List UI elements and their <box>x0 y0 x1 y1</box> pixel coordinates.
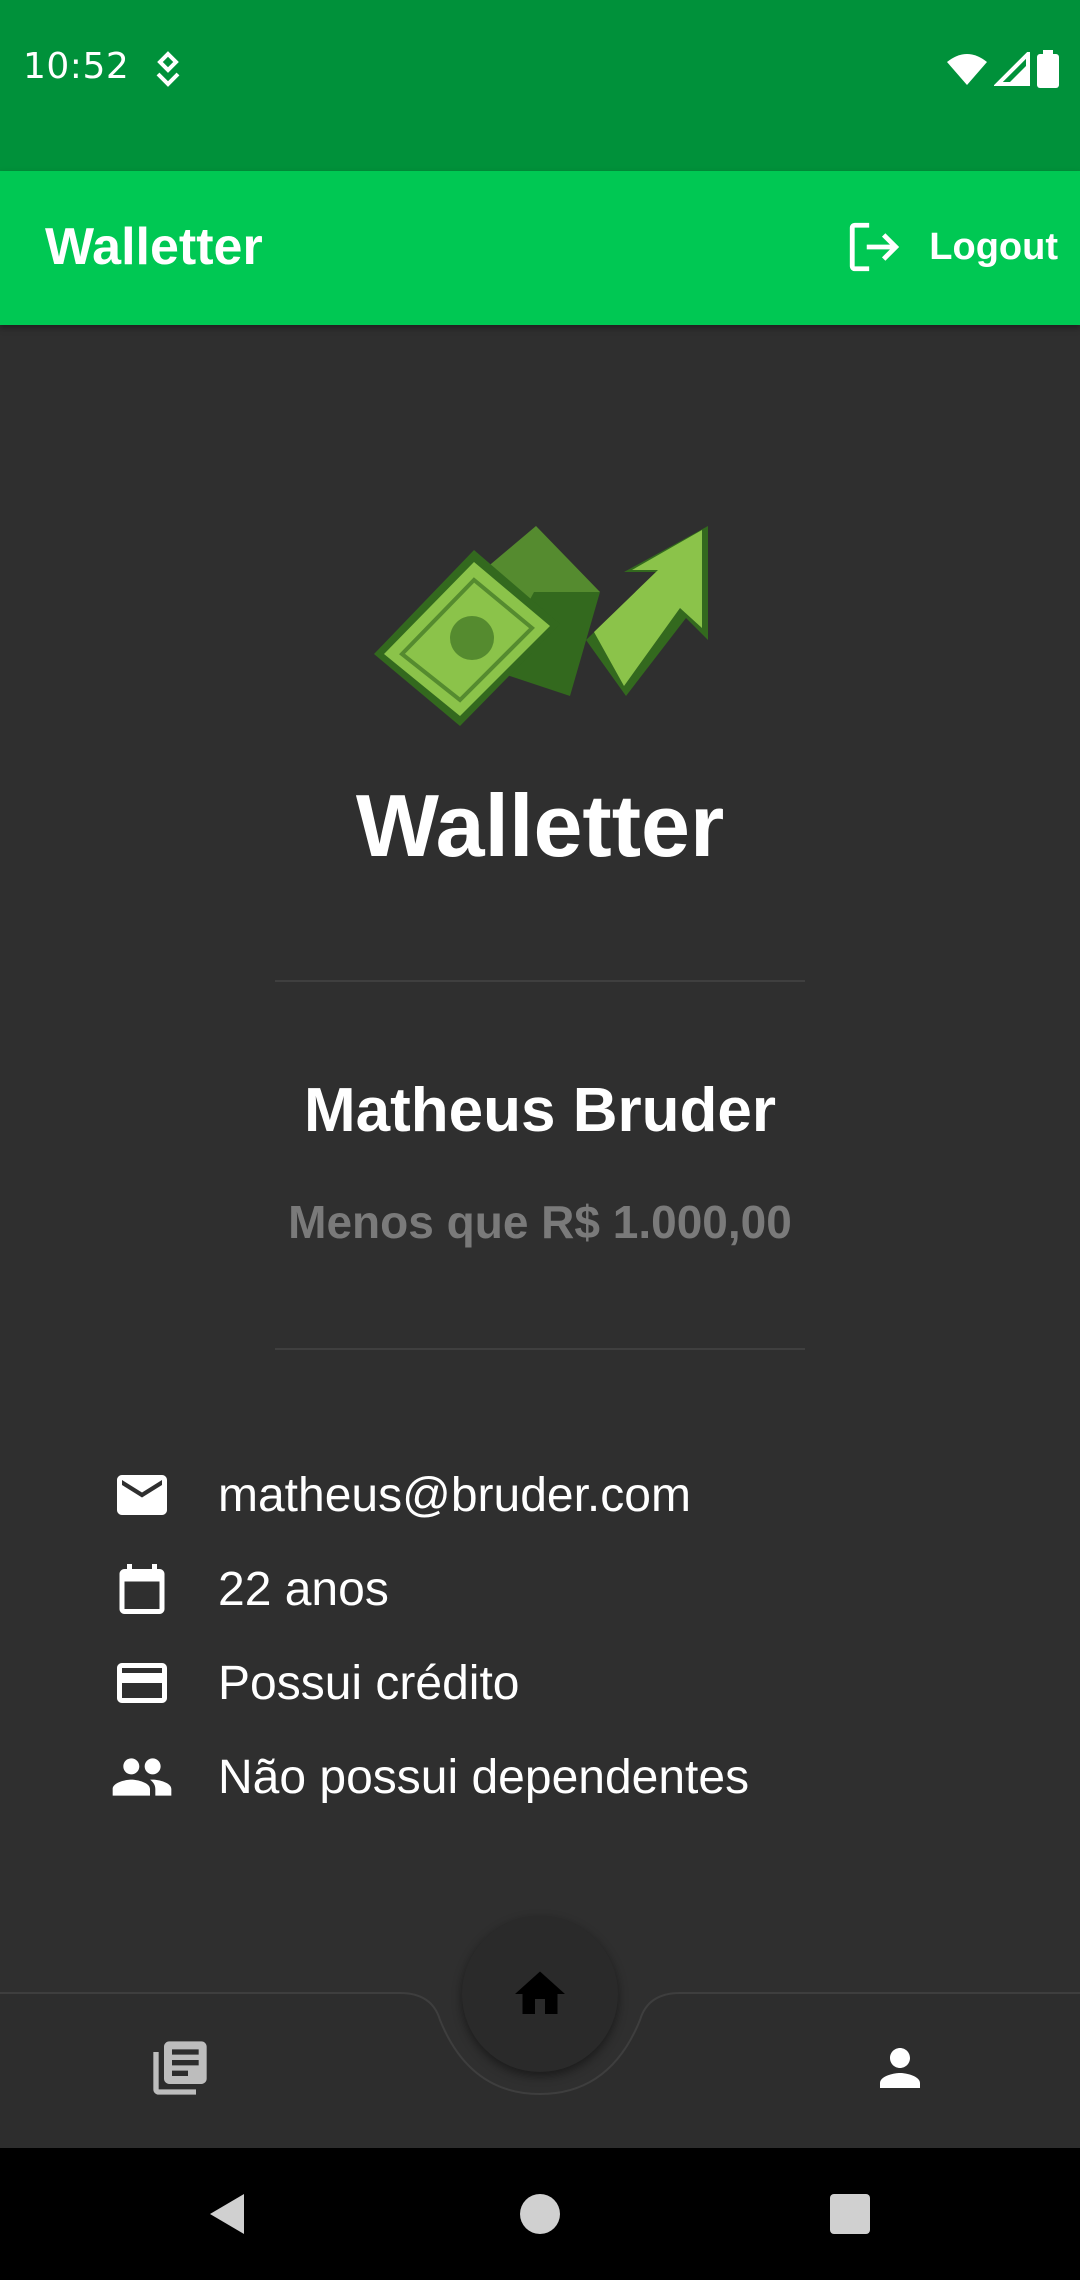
money-growth-logo <box>374 526 708 726</box>
logout-label: Logout <box>929 225 1058 268</box>
back-button[interactable] <box>196 2184 256 2244</box>
credit-card-icon <box>110 1651 174 1715</box>
email-text: matheus@bruder.com <box>218 1468 691 1522</box>
app-title: Walletter <box>45 218 263 276</box>
nav-profile-button[interactable] <box>868 2036 932 2100</box>
back-icon <box>210 2194 244 2234</box>
home-system-button[interactable] <box>510 2184 570 2244</box>
notification-icon <box>156 51 180 87</box>
mail-icon <box>110 1463 174 1527</box>
square-icon <box>830 2194 870 2234</box>
logout-icon <box>850 222 900 272</box>
info-dependents: Não possui dependentes <box>110 1730 749 1824</box>
battery-icon <box>1037 50 1059 88</box>
status-time: 10:52 <box>23 46 130 87</box>
home-button[interactable] <box>462 1916 618 2072</box>
calendar-icon <box>110 1557 174 1621</box>
logout-button[interactable]: Logout <box>845 211 1058 283</box>
news-icon <box>153 2041 207 2095</box>
status-icons <box>946 50 1060 88</box>
circle-icon <box>520 2194 560 2234</box>
status-bar: 10:52 <box>0 0 1080 171</box>
age-text: 22 anos <box>218 1562 389 1616</box>
info-credit: Possui crédito <box>110 1636 749 1730</box>
divider <box>275 980 805 982</box>
home-icon <box>515 1971 565 2014</box>
app-bar: Walletter Logout <box>0 171 1080 325</box>
system-nav-bar <box>0 2148 1080 2280</box>
people-icon <box>110 1745 174 1809</box>
user-name: Matheus Bruder <box>304 1076 776 1145</box>
recents-button[interactable] <box>820 2184 880 2244</box>
brand-name: Walletter <box>355 776 725 875</box>
info-age: 22 anos <box>110 1542 749 1636</box>
wifi-icon <box>947 54 987 85</box>
user-income: Menos que R$ 1.000,00 <box>288 1196 792 1248</box>
dependents-text: Não possui dependentes <box>218 1750 750 1804</box>
nav-news-button[interactable] <box>148 2036 212 2100</box>
credit-text: Possui crédito <box>218 1656 520 1710</box>
signal-icon <box>994 52 1030 86</box>
info-email: matheus@bruder.com <box>110 1448 749 1542</box>
user-info-list: matheus@bruder.com 22 anos Possui crédit… <box>110 1448 749 1824</box>
person-icon <box>880 2048 920 2088</box>
divider <box>275 1348 805 1350</box>
